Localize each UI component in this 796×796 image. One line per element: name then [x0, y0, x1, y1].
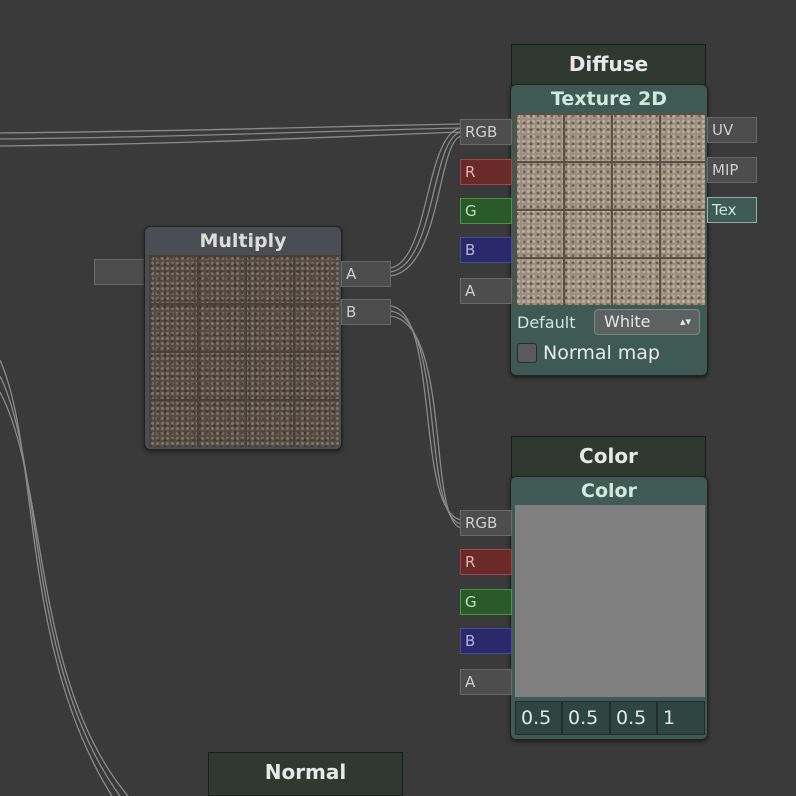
port-label: G	[465, 593, 477, 611]
color-input-a[interactable]: A	[460, 669, 512, 695]
color-value-r[interactable]: 0.5	[515, 701, 562, 735]
port-label: RGB	[465, 123, 498, 141]
diffuse-node-header[interactable]: Diffuse	[511, 44, 706, 88]
normal-node-header[interactable]: Normal	[208, 752, 403, 796]
wire-left-to-rgb-2	[0, 127, 463, 140]
diffuse-node[interactable]: Diffuse Texture 2D Default White ▴▾ Norm…	[460, 44, 760, 379]
default-dropdown-value: White	[604, 312, 651, 331]
normal-node-header-label: Normal	[264, 760, 347, 784]
color-panel[interactable]: Color 0.5 0.5 0.5 1	[510, 476, 708, 740]
normal-map-label: Normal map	[543, 342, 660, 364]
normal-map-checkbox[interactable]	[517, 343, 537, 363]
wire-multiply-a-2	[389, 131, 463, 273]
color-input-g[interactable]: G	[460, 589, 512, 615]
texture-output-mip[interactable]: MIP	[707, 157, 757, 183]
port-label: B	[346, 303, 357, 321]
texture-preview	[515, 113, 705, 305]
multiply-node[interactable]: Multiply A B	[94, 226, 394, 451]
multiply-output[interactable]	[94, 259, 146, 285]
color-value-g[interactable]: 0.5	[562, 701, 610, 735]
wire-multiply-b-3	[389, 315, 463, 529]
port-label: Tex	[712, 201, 737, 219]
port-label: A	[465, 673, 476, 691]
default-label: Default	[517, 313, 576, 332]
wire-multiply-b-2	[389, 310, 463, 525]
port-label: B	[465, 241, 476, 259]
texture-2d-panel[interactable]: Texture 2D Default White ▴▾ Normal map	[510, 84, 708, 376]
diffuse-input-g[interactable]: G	[460, 198, 512, 224]
color-input-rgb[interactable]: RGB	[460, 510, 512, 536]
color-title: Color	[581, 480, 637, 502]
port-label: MIP	[712, 161, 739, 179]
port-label: G	[465, 202, 477, 220]
dropdown-arrows-icon: ▴▾	[679, 315, 691, 328]
color-node[interactable]: Color Color 0.5 0.5 0.5 1 RGB R G B A	[460, 436, 760, 746]
texture-output-uv[interactable]: UV	[707, 117, 757, 143]
port-label: R	[465, 553, 476, 571]
diffuse-input-r[interactable]: R	[460, 159, 512, 185]
texture-2d-title: Texture 2D	[550, 88, 668, 110]
texture-output-tex[interactable]: Tex	[707, 197, 757, 223]
diffuse-input-a[interactable]: A	[460, 278, 512, 304]
port-label: B	[465, 632, 476, 650]
color-input-b[interactable]: B	[460, 628, 512, 654]
port-label: RGB	[465, 514, 498, 532]
wire-left-down-3	[0, 391, 129, 796]
color-values: 0.5 0.5 0.5 1	[515, 701, 705, 735]
port-label: UV	[712, 121, 734, 139]
wire-multiply-a-3	[389, 135, 463, 277]
port-label: A	[465, 282, 476, 300]
wire-left-to-rgb-1	[0, 123, 463, 134]
color-value-b[interactable]: 0.5	[610, 701, 657, 735]
multiply-input-b[interactable]: B	[341, 299, 391, 325]
color-swatch[interactable]	[515, 505, 705, 697]
multiply-preview	[149, 255, 339, 447]
multiply-panel[interactable]: Multiply	[144, 226, 342, 450]
color-value-a[interactable]: 1	[657, 701, 705, 735]
multiply-title: Multiply	[199, 230, 287, 252]
diffuse-input-b[interactable]: B	[460, 237, 512, 263]
color-node-header-label: Color	[579, 444, 638, 468]
color-node-header[interactable]: Color	[511, 436, 706, 480]
port-label: A	[346, 265, 357, 283]
multiply-input-a[interactable]: A	[341, 261, 391, 287]
default-dropdown[interactable]: White ▴▾	[594, 309, 700, 335]
port-label: R	[465, 163, 476, 181]
wire-multiply-a-1	[389, 127, 463, 269]
diffuse-input-rgb[interactable]: RGB	[460, 119, 512, 145]
diffuse-node-header-label: Diffuse	[568, 52, 649, 76]
wire-multiply-b-1	[389, 305, 463, 521]
color-input-r[interactable]: R	[460, 549, 512, 575]
wire-left-to-rgb-3	[0, 131, 463, 147]
